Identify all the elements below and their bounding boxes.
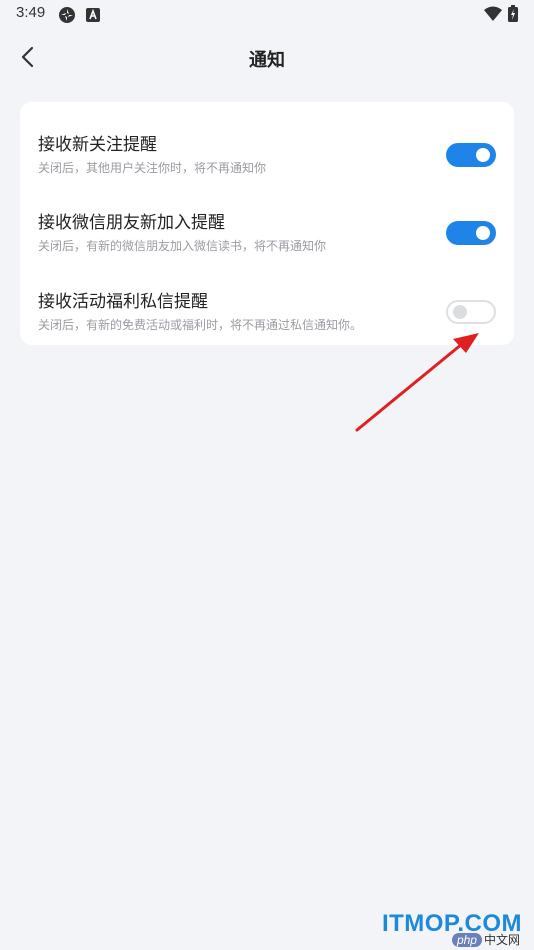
toggle-knob xyxy=(476,226,490,240)
page-title: 通知 xyxy=(249,50,285,71)
header: 通知 xyxy=(0,28,534,88)
toggle-knob xyxy=(453,305,467,319)
app-icon xyxy=(58,6,76,28)
php-badge: php xyxy=(451,933,482,947)
setting-title: 接收微信朋友新加入提醒 xyxy=(38,213,225,233)
status-time: 3:49 xyxy=(16,4,46,21)
a-badge-icon xyxy=(86,7,100,26)
setting-title: 接收活动福利私信提醒 xyxy=(38,292,208,312)
setting-description: 关闭后，有新的免费活动或福利时，将不再通过私信通知你。 xyxy=(38,318,363,332)
notification-settings-card: 接收新关注提醒 关闭后，其他用户关注你时，将不再通知你 接收微信朋友新加入提醒 … xyxy=(20,102,514,345)
battery-icon xyxy=(508,5,518,26)
setting-row-wechat-friend: 接收微信朋友新加入提醒 关闭后，有新的微信朋友加入微信读书，将不再通知你 xyxy=(20,188,514,266)
setting-row-new-follower: 接收新关注提醒 关闭后，其他用户关注你时，将不再通知你 xyxy=(20,110,514,188)
setting-row-promo-messages: 接收活动福利私信提醒 关闭后，有新的免费活动或福利时，将不再通过私信通知你。 xyxy=(20,267,514,345)
setting-description: 关闭后，有新的微信朋友加入微信读书，将不再通知你 xyxy=(38,239,327,253)
setting-title: 接收新关注提醒 xyxy=(38,135,157,155)
setting-description: 关闭后，其他用户关注你时，将不再通知你 xyxy=(38,161,267,175)
toggle-new-follower[interactable] xyxy=(446,143,496,167)
toggle-knob xyxy=(476,148,490,162)
watermark-php: php 中文网 xyxy=(451,931,520,948)
toggle-wechat-friend[interactable] xyxy=(446,221,496,245)
toggle-promo-messages[interactable] xyxy=(446,300,496,324)
wifi-icon xyxy=(484,6,502,25)
status-bar: 3:49 xyxy=(0,0,534,28)
php-text: 中文网 xyxy=(483,933,520,947)
